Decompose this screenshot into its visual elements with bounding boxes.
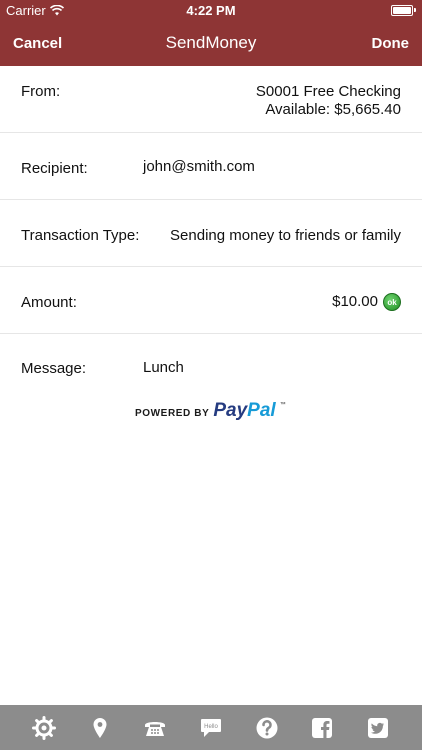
ok-check-icon: ok [383, 293, 401, 311]
settings-tab[interactable] [29, 713, 59, 743]
done-button[interactable]: Done [372, 35, 410, 52]
send-money-form: From: S0001 Free Checking Available: $5,… [0, 66, 422, 394]
paypal-trademark: ™ [279, 402, 286, 408]
location-pin-icon [93, 717, 107, 738]
locations-tab[interactable] [85, 713, 115, 743]
contact-tab[interactable] [140, 713, 170, 743]
amount-label: Amount: [21, 294, 77, 311]
from-account-row[interactable]: From: S0001 Free Checking Available: $5,… [0, 66, 422, 133]
transaction-type-label: Transaction Type: [21, 227, 140, 244]
carrier-group: Carrier [6, 3, 64, 18]
facebook-icon [312, 717, 333, 738]
help-tab[interactable] [252, 713, 282, 743]
help-icon [256, 717, 278, 738]
powered-by-paypal-logo: POWERED BY PayPal ™ [135, 400, 286, 422]
transaction-type-value[interactable]: Sending money to friends or family [170, 227, 401, 244]
twitter-icon [368, 717, 389, 738]
paypal-pay: Pay [213, 400, 248, 421]
twitter-tab[interactable] [363, 713, 393, 743]
hello-chat-icon: Hello [200, 718, 221, 737]
from-account-name: S0001 Free Checking [255, 83, 401, 100]
powered-by-text: POWERED BY [135, 408, 210, 419]
recipient-row[interactable]: Recipient: john@smith.com [0, 133, 422, 200]
recipient-field[interactable]: john@smith.com [143, 158, 255, 175]
paypal-wordmark: PayPal [213, 400, 275, 422]
from-label: From: [21, 83, 61, 100]
phone-icon [145, 721, 166, 736]
carrier-label: Carrier [6, 2, 46, 18]
chat-tab[interactable]: Hello [196, 713, 226, 743]
from-value: S0001 Free Checking Available: $5,665.40 [256, 83, 401, 119]
paypal-pal: Pal [247, 400, 276, 421]
message-label: Message: [21, 360, 87, 377]
bottom-toolbar: Hello [0, 705, 422, 750]
battery-icon [391, 4, 416, 16]
status-bar: Carrier 4:22 PM [0, 0, 422, 20]
message-field[interactable]: Lunch [143, 359, 184, 376]
facebook-tab[interactable] [307, 713, 337, 743]
wifi-icon [49, 4, 64, 15]
amount-field[interactable]: $10.00 [332, 293, 378, 310]
cancel-button[interactable]: Cancel [13, 35, 62, 52]
page-title: SendMoney [165, 33, 257, 52]
message-row[interactable]: Message: Lunch [0, 334, 422, 394]
recipient-label: Recipient: [21, 160, 88, 177]
transaction-type-row[interactable]: Transaction Type: Sending money to frien… [0, 200, 422, 267]
hello-chat-text: Hello [204, 724, 218, 730]
amount-row[interactable]: Amount: $10.00 ok [0, 267, 422, 334]
from-available-balance: Available: $5,665.40 [265, 101, 401, 118]
nav-bar: Cancel SendMoney Done [0, 20, 422, 66]
gear-icon [31, 715, 56, 740]
